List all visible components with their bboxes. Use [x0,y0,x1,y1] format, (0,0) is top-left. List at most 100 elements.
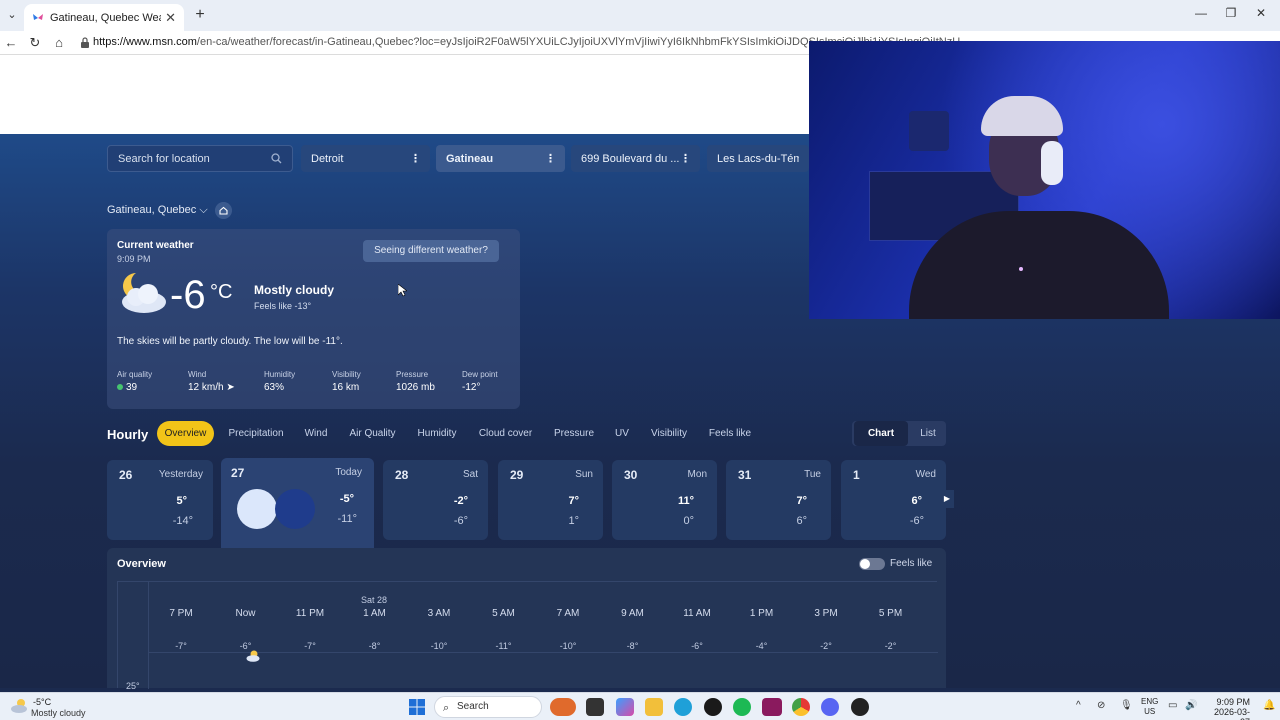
discord-icon[interactable] [821,698,839,716]
pill-overview[interactable]: Overview [157,421,214,446]
mouse-cursor-icon [398,284,407,297]
metric-air-quality[interactable]: Air quality 39 [117,370,152,393]
hourly-heading: Hourly [107,427,149,442]
current-weather-card: Current weather 9:09 PM Seeing different… [107,229,520,409]
hour-label: 1 PM [749,608,774,619]
more-options-icon[interactable]: ⋮ [680,152,691,165]
taskbar-search[interactable]: ⌕ Search [434,696,542,718]
view-list-button[interactable]: List [912,421,944,446]
hour-label: Now [235,608,256,619]
hour-temperature: -6° [239,641,252,651]
maximize-icon[interactable]: ❐ [1221,6,1241,20]
metric-visibility[interactable]: Visibility 16 km [332,370,361,393]
language-indicator[interactable]: ENG US [1141,697,1158,717]
refresh-icon[interactable]: ↻ [26,34,44,52]
chart-date-label: Sat 28 [360,595,388,605]
msn-butterfly-icon [33,13,43,20]
view-toggle: Chart List [852,421,946,446]
display-icon[interactable]: ▭ [1168,700,1177,711]
feels-like-toggle[interactable] [859,558,885,570]
set-home-icon[interactable] [215,202,232,219]
search-icon[interactable] [271,153,282,164]
hourly-chart: 25° Sat 28 7 PM -7° Now -6° 11 PM -7° 1 AM -8° 3… [117,581,938,691]
location-tab-les-lacs[interactable]: Les Lacs-du-Témis... [707,145,809,172]
day-card-today[interactable]: 27 Today -5° -11° [221,458,374,548]
tray-chevron-up-icon[interactable]: ^ [1076,700,1081,711]
tab-close-icon[interactable]: ✕ [165,10,176,26]
pill-air-quality[interactable]: Air Quality [344,421,401,446]
copilot-icon[interactable] [616,698,634,716]
search-highlight-icon[interactable] [550,698,576,716]
hour-label: 1 AM [363,608,386,619]
spotify-icon[interactable] [733,698,751,716]
location-tab-gatineau[interactable]: Gatineau ⋮ [436,145,565,172]
moon-cloud-icon[interactable] [10,698,28,714]
city-selector[interactable]: Gatineau, Quebec ⌵ [107,204,208,217]
wind-direction-arrow-icon: ➤ [226,382,235,393]
moon-cloud-icon [122,273,166,313]
chrome-icon[interactable] [792,698,810,716]
microphone-icon[interactable]: 🎙 [1120,700,1133,711]
temperature-unit[interactable]: °C [210,281,232,304]
back-arrow-icon[interactable]: ← [2,34,20,52]
new-tab-plus-icon[interactable]: + [190,5,210,25]
windows-taskbar: -5°C Mostly cloudy ⌕ Search ^ ⊘ 🎙 ENG US ▭… [0,692,1280,720]
metric-humidity[interactable]: Humidity 63% [264,370,295,393]
taskbar-weather-temp[interactable]: -5°C [33,697,51,707]
pill-precipitation[interactable]: Precipitation [224,421,288,446]
metric-wind[interactable]: Wind 12 km/h ➤ [188,370,235,393]
pill-pressure[interactable]: Pressure [548,421,600,446]
taskbar-clock[interactable]: 9:09 PM2026-03-27 [1206,697,1250,720]
day-card[interactable]: 1 Wed 6° -6° [841,460,946,540]
lock-icon[interactable] [80,37,90,48]
location-tab-detroit[interactable]: Detroit ⋮ [301,145,430,172]
tab-title: Gatineau, Quebec Weather Foreca [50,11,161,24]
hour-temperature: -10° [559,641,577,651]
day-card[interactable]: 28 Sat -2° -6° [383,460,488,540]
network-off-icon[interactable]: ⊘ [1097,700,1105,711]
pill-cloud-cover[interactable]: Cloud cover [473,421,538,446]
taskbar-weather-condition[interactable]: Mostly cloudy [31,708,86,718]
volume-icon[interactable]: 🔊 [1185,700,1197,711]
metric-pressure[interactable]: Pressure 1026 mb [396,370,435,393]
next-app-icon[interactable] [762,698,782,716]
pill-feels-like[interactable]: Feels like [704,421,756,446]
next-days-arrow-icon[interactable]: ▶ [940,490,954,508]
day-card[interactable]: 26 Yesterday 5° -14° [107,460,213,540]
pill-uv[interactable]: UV [610,421,634,446]
pill-wind[interactable]: Wind [298,421,334,446]
current-weather-title: Current weather [117,240,194,251]
terminal-icon[interactable] [586,698,604,716]
current-temperature: -6 [170,273,206,317]
file-explorer-icon[interactable] [645,698,663,716]
chart-gridline [148,582,149,689]
notification-bell-icon[interactable]: 🔔 [1263,700,1275,711]
hour-label: 7 AM [556,608,580,619]
pill-visibility[interactable]: Visibility [644,421,694,446]
current-condition: Mostly cloudy [254,283,335,297]
day-card[interactable]: 29 Sun 7° 1° [498,460,603,540]
hour-temperature: -8° [368,641,381,651]
day-card[interactable]: 31 Tue 7° 6° [726,460,831,540]
window-close-icon[interactable]: ✕ [1251,6,1271,20]
day-card[interactable]: 30 Mon 11° 0° [612,460,717,540]
obs-icon[interactable] [851,698,869,716]
tab-list-chevron-icon[interactable]: ⌄ [4,7,20,23]
view-chart-button[interactable]: Chart [854,421,908,446]
metric-dew-point[interactable]: Dew point -12° [462,370,498,393]
feels-like: Feels like -13° [254,301,312,311]
windows-start-icon[interactable] [409,699,425,715]
webcam-overlay [809,41,1280,319]
location-search-input[interactable]: Search for location [107,145,293,172]
pill-humidity[interactable]: Humidity [411,421,463,446]
feels-like-toggle-label: Feels like [890,558,933,569]
capcut-icon[interactable] [704,698,722,716]
seeing-different-weather-button[interactable]: Seeing different weather? [363,240,499,262]
location-tab-boulevard[interactable]: 699 Boulevard du ... ⋮ [571,145,700,172]
browser-tab-weather[interactable]: Gatineau, Quebec Weather Foreca ✕ [24,4,184,31]
more-options-icon[interactable]: ⋮ [545,152,556,165]
edge-icon[interactable] [674,698,692,716]
more-options-icon[interactable]: ⋮ [410,152,421,165]
home-icon[interactable]: ⌂ [50,34,68,52]
minimize-icon[interactable]: — [1191,6,1211,20]
